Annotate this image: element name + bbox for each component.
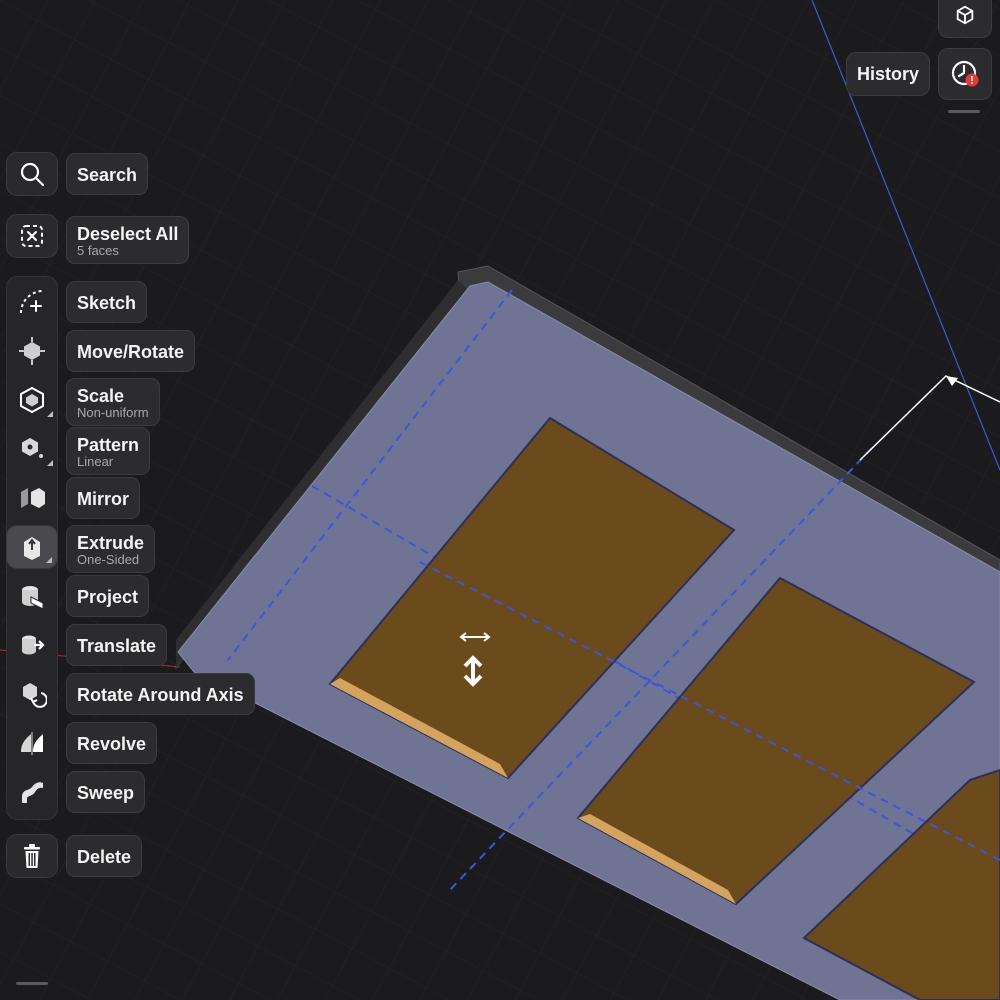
project-icon — [22, 586, 44, 610]
search-icon — [20, 162, 45, 187]
deselect-all-button[interactable] — [6, 214, 58, 258]
trash-icon — [24, 844, 40, 868]
extrude-label[interactable]: Extrude One-Sided — [66, 525, 156, 573]
sweep-icon — [22, 782, 43, 803]
pattern-label[interactable]: Pattern Linear — [66, 427, 151, 475]
revolve-label[interactable]: Revolve — [66, 722, 158, 764]
revolve-button[interactable] — [6, 721, 58, 765]
translate-label[interactable]: Translate — [66, 624, 168, 666]
translate-icon — [22, 635, 45, 655]
translate-button[interactable] — [6, 623, 58, 667]
view-cube-button[interactable] — [938, 0, 992, 38]
panel-grabber[interactable] — [948, 110, 980, 113]
project-label[interactable]: Project — [66, 575, 150, 617]
history-label: History — [856, 63, 919, 84]
cube-icon — [956, 5, 974, 25]
search-label[interactable]: Search — [66, 153, 149, 195]
3d-viewport[interactable] — [0, 0, 1000, 1000]
rotate-axis-label[interactable]: Rotate Around Axis — [66, 673, 255, 715]
sweep-label[interactable]: Sweep — [66, 771, 146, 813]
rotate-axis-icon — [23, 683, 47, 708]
move-rotate-label[interactable]: Move/Rotate — [66, 330, 196, 372]
scale-label[interactable]: Scale Non-uniform — [66, 378, 160, 426]
pattern-icon — [22, 438, 43, 458]
toolbar-grabber[interactable] — [16, 982, 48, 985]
deselect-icon — [21, 225, 43, 247]
sketch-label[interactable]: Sketch — [66, 281, 148, 323]
extrude-icon — [24, 537, 40, 560]
extrude-button[interactable] — [6, 525, 58, 569]
history-label-pill[interactable]: History — [846, 52, 930, 96]
mirror-icon — [21, 488, 45, 508]
mirror-button[interactable] — [6, 476, 58, 520]
deselect-all-label[interactable]: Deselect All 5 faces — [66, 216, 190, 264]
clock-icon — [951, 60, 979, 87]
scale-icon — [20, 386, 44, 414]
revolve-icon — [21, 732, 43, 755]
history-button[interactable] — [938, 48, 992, 100]
sketch-button[interactable] — [6, 280, 58, 324]
move-rotate-icon — [19, 337, 45, 365]
rotate-axis-button[interactable] — [6, 672, 58, 716]
sweep-button[interactable] — [6, 770, 58, 814]
scale-button[interactable] — [6, 378, 58, 422]
move-rotate-button[interactable] — [6, 329, 58, 373]
pattern-button[interactable] — [6, 427, 58, 471]
mirror-label[interactable]: Mirror — [66, 477, 141, 519]
search-button[interactable] — [6, 152, 58, 196]
sketch-icon — [20, 290, 44, 314]
project-button[interactable] — [6, 574, 58, 618]
delete-label[interactable]: Delete — [66, 835, 143, 877]
delete-button[interactable] — [6, 834, 58, 878]
